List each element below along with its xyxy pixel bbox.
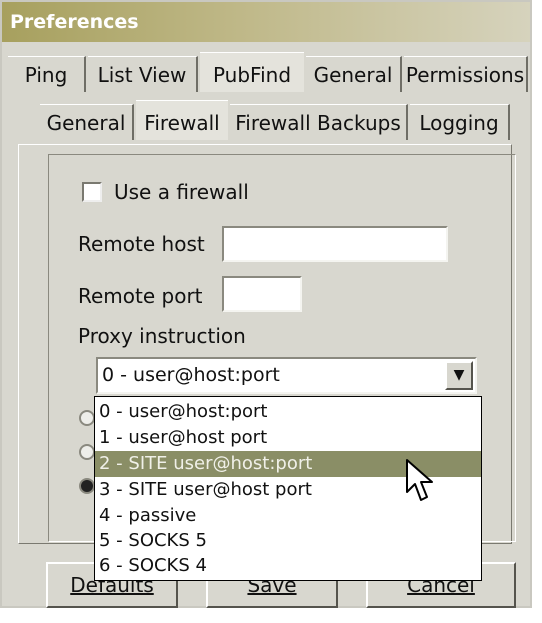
proxy-option-6[interactable]: 6 - SOCKS 4 bbox=[95, 553, 481, 579]
tab-list-view[interactable]: List View bbox=[88, 56, 198, 92]
proxy-instruction-label: Proxy instruction bbox=[78, 324, 246, 348]
proxy-instruction-select[interactable]: 0 - user@host:port ▼ bbox=[96, 357, 477, 394]
radio-option-3[interactable] bbox=[79, 478, 95, 494]
subtab-general[interactable]: General bbox=[40, 104, 134, 140]
proxy-option-5[interactable]: 5 - SOCKS 5 bbox=[95, 528, 481, 554]
proxy-option-4[interactable]: 4 - passive bbox=[95, 503, 481, 529]
tab-general[interactable]: General bbox=[306, 56, 402, 92]
proxy-selected-value: 0 - user@host:port bbox=[102, 364, 280, 386]
remote-host-input[interactable] bbox=[222, 226, 448, 262]
chevron-down-icon[interactable]: ▼ bbox=[445, 361, 473, 390]
remote-port-input[interactable] bbox=[222, 276, 302, 312]
remote-port-label: Remote port bbox=[78, 284, 203, 308]
proxy-option-0[interactable]: 0 - user@host:port bbox=[95, 399, 481, 425]
subtab-logging[interactable]: Logging bbox=[410, 104, 510, 140]
proxy-option-1[interactable]: 1 - user@host port bbox=[95, 425, 481, 451]
use-firewall-checkbox[interactable] bbox=[82, 182, 102, 202]
subtab-firewall-backups[interactable]: Firewall Backups bbox=[230, 104, 408, 140]
mouse-pointer-icon bbox=[406, 459, 433, 501]
window-title: Preferences bbox=[2, 2, 530, 42]
radio-option-1[interactable] bbox=[79, 410, 95, 426]
tab-permissions[interactable]: Permissions bbox=[404, 56, 528, 92]
tab-ping[interactable]: Ping bbox=[8, 56, 86, 92]
radio-option-2[interactable] bbox=[79, 444, 95, 460]
use-firewall-label: Use a firewall bbox=[114, 180, 249, 204]
subtab-firewall[interactable]: Firewall bbox=[136, 100, 228, 140]
tab-pubfind[interactable]: PubFind bbox=[200, 52, 304, 92]
remote-host-label: Remote host bbox=[78, 232, 205, 256]
